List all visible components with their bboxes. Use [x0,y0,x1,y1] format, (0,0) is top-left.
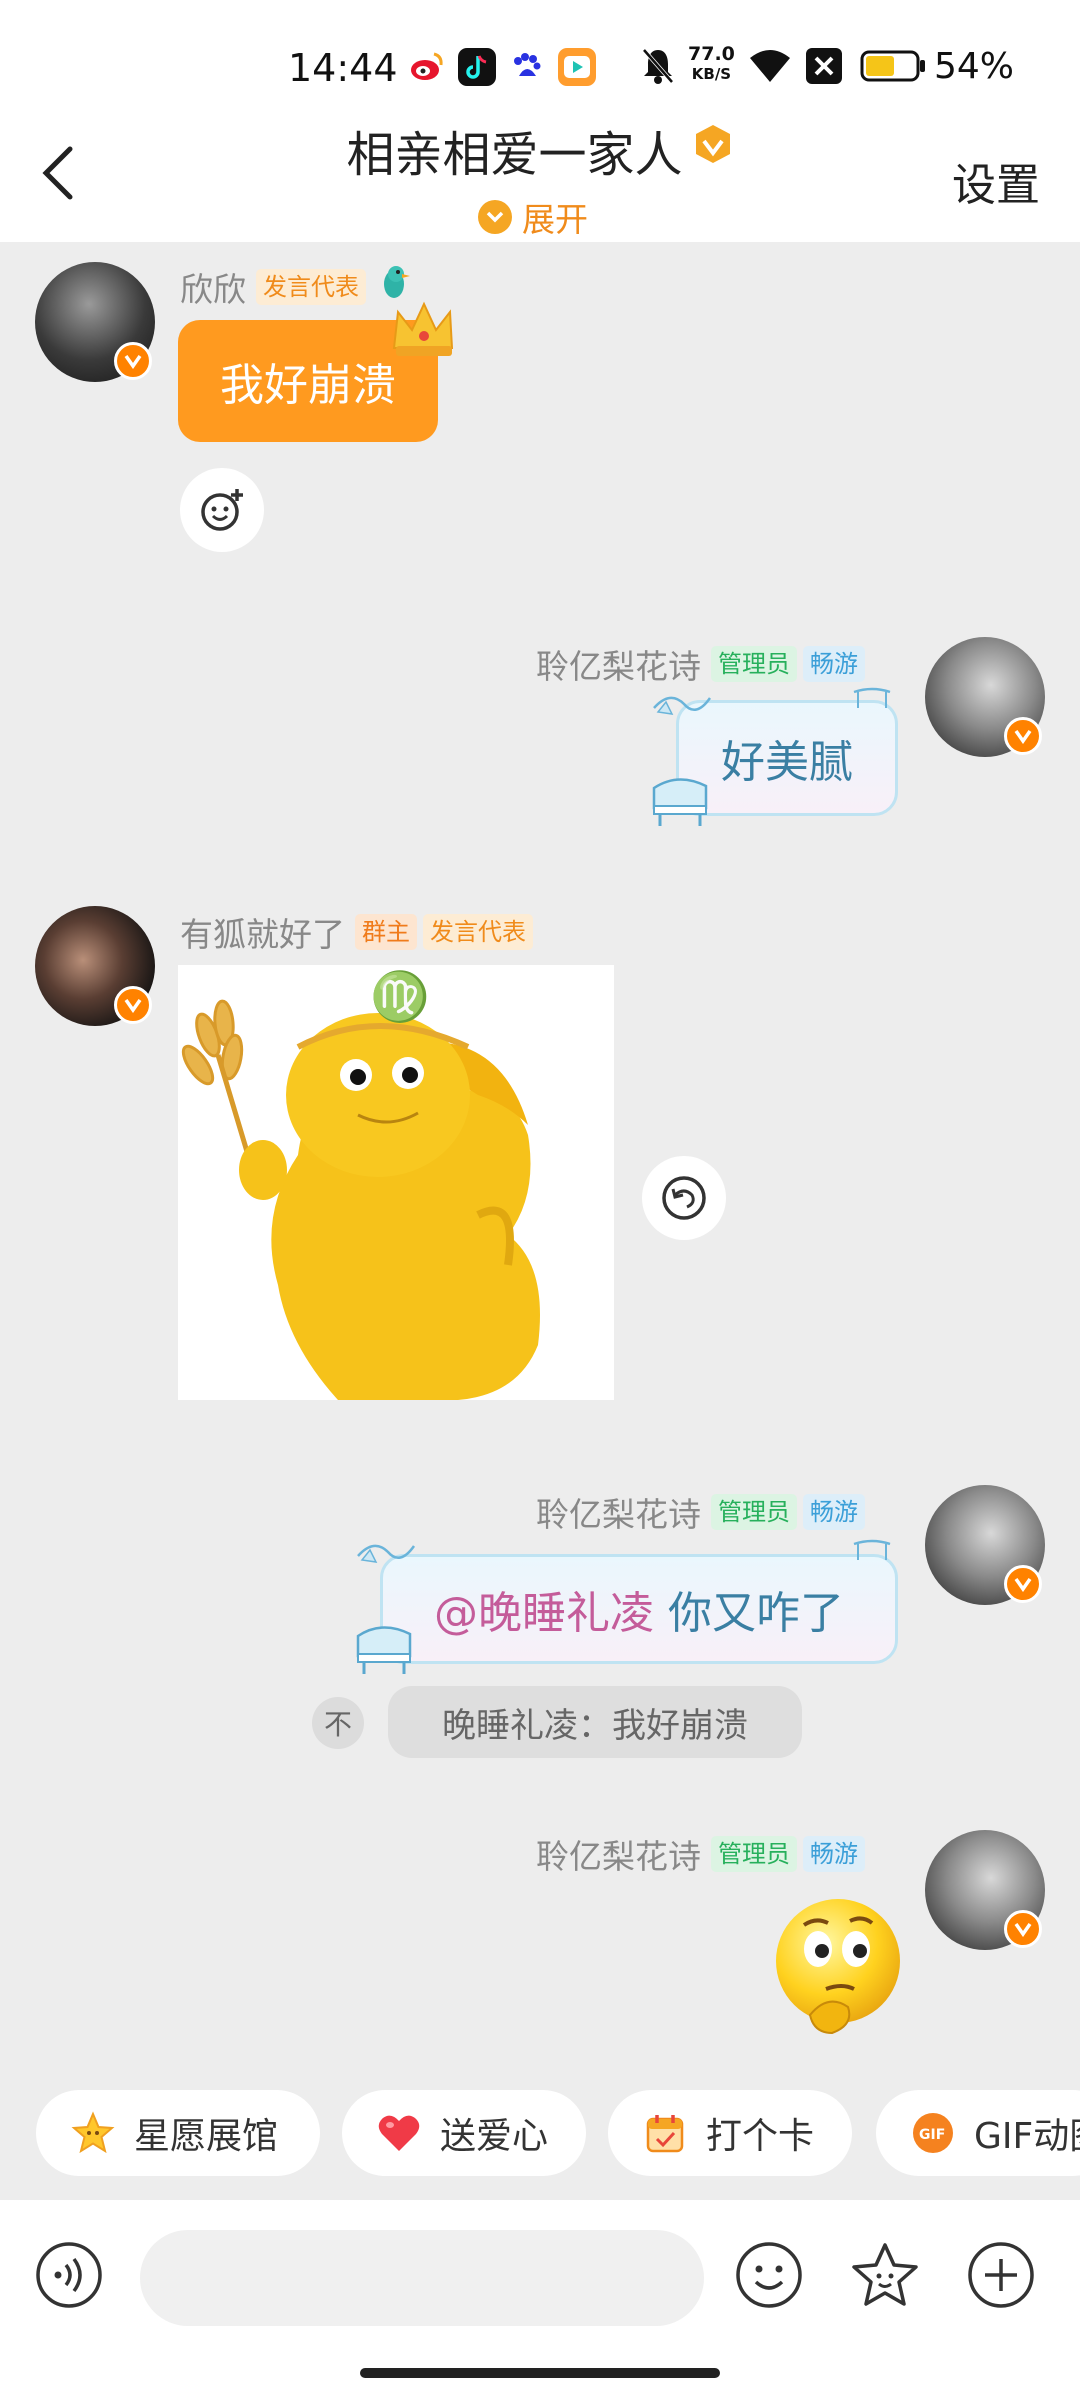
sender-name[interactable]: 聆亿梨花诗 管理员 畅游 [536,640,865,688]
chip-label: 打个卡 [706,2116,815,2157]
plus-icon [968,2242,1034,2308]
expand-button[interactable]: 展开 [478,193,588,241]
piano-icon [352,1616,418,1682]
tag-speaker: 发言代表 [423,914,533,950]
sender-name[interactable]: 聆亿梨花诗 管理员 畅游 [536,1488,865,1536]
tag-speaker: 发言代表 [256,269,366,305]
chip-label: GIF动图 [974,2116,1080,2157]
deco-swing-icon [850,686,894,716]
sender-label: 欣欣 [180,270,246,309]
weibo-app-icon [408,48,446,86]
mention-link[interactable]: @晚睡礼凌 [434,1577,654,1641]
message-text: 我好崩溃 [220,360,396,411]
group-title[interactable]: 相亲相爱一家人 [346,127,682,183]
message-bubble[interactable]: @晚睡礼凌 你又咋了 [380,1554,898,1664]
net-speed: 77.0 KB/S [688,44,735,84]
sticker-button[interactable] [850,2240,920,2310]
video-app-icon [558,48,596,86]
verified-icon [1004,717,1042,755]
smile-plus-icon [201,489,243,531]
sender-label: 有狐就好了 [180,915,345,954]
piano-icon [648,768,714,834]
net-speed-value: 77.0 [688,43,735,65]
star-icon [70,2110,116,2156]
star-face-icon [852,2243,918,2306]
group-verified-icon [692,123,734,165]
tag-admin: 管理员 [711,1836,797,1872]
chip-label: 星愿展馆 [134,2116,279,2157]
sticker-image[interactable]: ♍ [178,965,614,1400]
sender-label: 聆亿梨花诗 [536,647,701,686]
settings-button[interactable]: 设置 [952,149,1040,213]
quick-action-send-heart[interactable]: 送爱心 [342,2090,586,2176]
quick-action-gif[interactable]: GIF GIF动图 [876,2090,1080,2176]
battery-icon [860,50,926,86]
deco-swing-icon [850,1538,894,1568]
quote-icon: 不 [312,1697,364,1749]
mute-icon [640,46,676,90]
voice-button[interactable] [34,2240,104,2310]
verified-icon [114,986,152,1024]
tag-admin: 管理员 [711,646,797,682]
sender-name[interactable]: 有狐就好了 群主 发言代表 [180,908,533,956]
tag-owner: 群主 [355,914,417,950]
home-indicator[interactable] [360,2368,720,2378]
sender-label: 聆亿梨花诗 [536,1837,701,1876]
voice-icon [36,2242,102,2308]
status-time: 14:44 [288,46,398,90]
golden-figure-sticker: ♍ [181,969,540,1400]
revoke-button[interactable] [642,1156,726,1240]
emoji-button[interactable] [734,2240,804,2310]
quick-actions: 星愿展馆 送爱心 打个卡 GIF GIF动图 [0,2090,1080,2176]
sender-label: 聆亿梨花诗 [536,1495,701,1534]
thinking-face-icon [776,1899,900,2035]
verified-icon [114,342,152,380]
more-button[interactable] [966,2240,1036,2310]
tag-admin: 管理员 [711,1494,797,1530]
sender-name[interactable]: 聆亿梨花诗 管理员 畅游 [536,1830,865,1878]
input-bar [0,2200,1080,2400]
expand-label: 展开 [522,200,588,239]
verified-icon [1004,1910,1042,1948]
svg-text:GIF: GIF [919,2127,945,2143]
title-wrap: 相亲相爱一家人 [0,115,1080,185]
message-text: 你又咋了 [668,1588,844,1639]
chat-header: 相亲相爱一家人 展开 设置 [0,105,1080,242]
smile-icon [736,2242,802,2308]
undo-icon [662,1176,706,1220]
net-speed-unit: KB/S [691,65,732,83]
tiktok-app-icon [458,48,496,86]
thinking-emoji[interactable] [770,1895,906,2037]
chevron-down-icon [478,200,512,234]
verified-icon [1004,1565,1042,1603]
crown-icon [388,298,458,364]
message-input[interactable] [140,2230,704,2326]
battery-percent: 54% [934,46,1015,87]
heart-icon [376,2110,422,2156]
ribbon-icon [650,688,714,726]
svg-text:♍: ♍ [370,969,430,1025]
tag-vip: 畅游 [803,1836,865,1872]
quoted-text: 晚睡礼凌：我好崩溃 [442,1705,748,1746]
gif-icon: GIF [910,2110,956,2156]
ribbon-icon [354,1536,418,1574]
quick-action-star-gallery[interactable]: 星愿展馆 [36,2090,320,2176]
quick-action-check-in[interactable]: 打个卡 [608,2090,852,2176]
baidu-app-icon [508,48,546,86]
tag-vip: 畅游 [803,646,865,682]
tag-vip: 畅游 [803,1494,865,1530]
message-text: 好美腻 [721,737,853,788]
wifi-icon [748,46,792,90]
sender-name[interactable]: 欣欣 发言代表 [180,262,412,312]
chip-label: 送爱心 [440,2116,549,2157]
sim-off-icon [806,48,842,84]
calendar-icon [642,2110,688,2156]
add-reaction-button[interactable] [180,468,264,552]
quoted-message[interactable]: 晚睡礼凌：我好崩溃 [388,1686,802,1758]
